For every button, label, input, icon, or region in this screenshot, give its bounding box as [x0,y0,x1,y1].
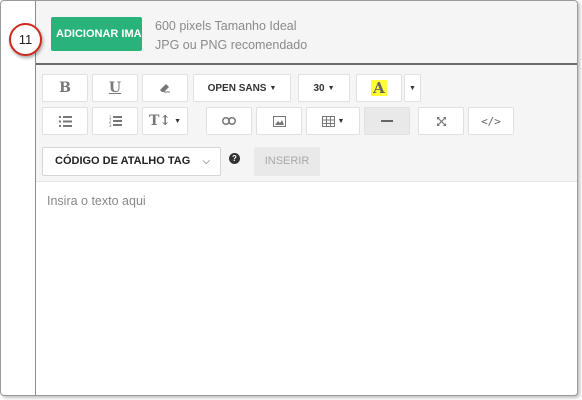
insert-link-button[interactable] [206,107,252,135]
caret-down-icon: ▼ [269,84,277,92]
step-number-badge: 11 [9,23,42,56]
underline-button[interactable]: U [92,74,138,102]
link-icon [222,117,236,125]
caret-down-icon: ▼ [174,117,182,125]
shortcut-tag-dropdown[interactable]: CÓDIGO DE ATALHO TAG ⌵ [42,147,221,176]
shortcut-tag-label: CÓDIGO DE ATALHO TAG [55,155,191,167]
text-size-icon: T↕ [148,113,172,129]
font-family-value: OPEN SANS [207,82,267,94]
bold-icon: B [59,80,71,96]
bullet-list-icon [58,115,72,127]
text-color-dropdown[interactable]: ▼ [404,74,421,102]
eraser-icon [160,84,170,93]
chevron-down-icon: ⌵ [202,156,210,167]
horizontal-rule-button[interactable] [364,107,410,135]
fullscreen-button[interactable] [418,107,464,135]
image-icon [272,115,286,127]
image-size-hint: 600 pixels Tamanho Ideal [155,19,297,33]
fullscreen-icon [436,116,446,126]
svg-text:3: 3 [109,123,112,127]
underline-icon: U [108,80,122,96]
insert-image-button[interactable] [256,107,302,135]
numbered-list-button[interactable]: 1 2 3 [92,107,138,135]
text-color-button[interactable]: A [356,74,402,102]
clear-format-button[interactable] [142,74,188,102]
insert-button[interactable]: INSERIR [254,147,320,176]
code-view-icon: </> [481,114,501,128]
help-icon[interactable]: ? [229,153,240,164]
caret-down-icon: ▼ [409,84,416,92]
image-format-hint: JPG ou PNG recomendado [155,38,308,52]
screenshot-frame: ADICIONAR IMAGEM 600 pixels Tamanho Idea… [0,0,578,396]
insert-table-button[interactable]: ▼ [306,107,360,135]
font-family-dropdown[interactable]: OPEN SANS ▼ [193,74,291,102]
text-color-icon: A [371,79,387,97]
font-size-value: 30 [313,82,325,94]
caret-down-icon: ▼ [337,117,345,125]
editor-placeholder: Insira o texto aqui [47,194,146,208]
add-image-button[interactable]: ADICIONAR IMAGEM [51,17,142,51]
bold-button[interactable]: B [42,74,88,102]
editor-content-area[interactable]: Insira o texto aqui [36,183,577,395]
editor-toolbar: B U OPEN SANS ▼ 30 ▼ A ▼ 1 2 3 T↕ ▼ ▼ </… [36,65,577,182]
caret-down-icon: ▼ [327,84,335,92]
table-icon [321,115,335,127]
image-upload-area: ADICIONAR IMAGEM 600 pixels Tamanho Idea… [36,1,577,63]
font-size-toggle-button[interactable]: T↕ ▼ [142,107,188,135]
bullet-list-button[interactable] [42,107,88,135]
font-size-dropdown[interactable]: 30 ▼ [298,74,350,102]
horizontal-rule-icon [381,120,393,122]
code-view-button[interactable]: </> [468,107,514,135]
numbered-list-icon: 1 2 3 [109,115,122,127]
